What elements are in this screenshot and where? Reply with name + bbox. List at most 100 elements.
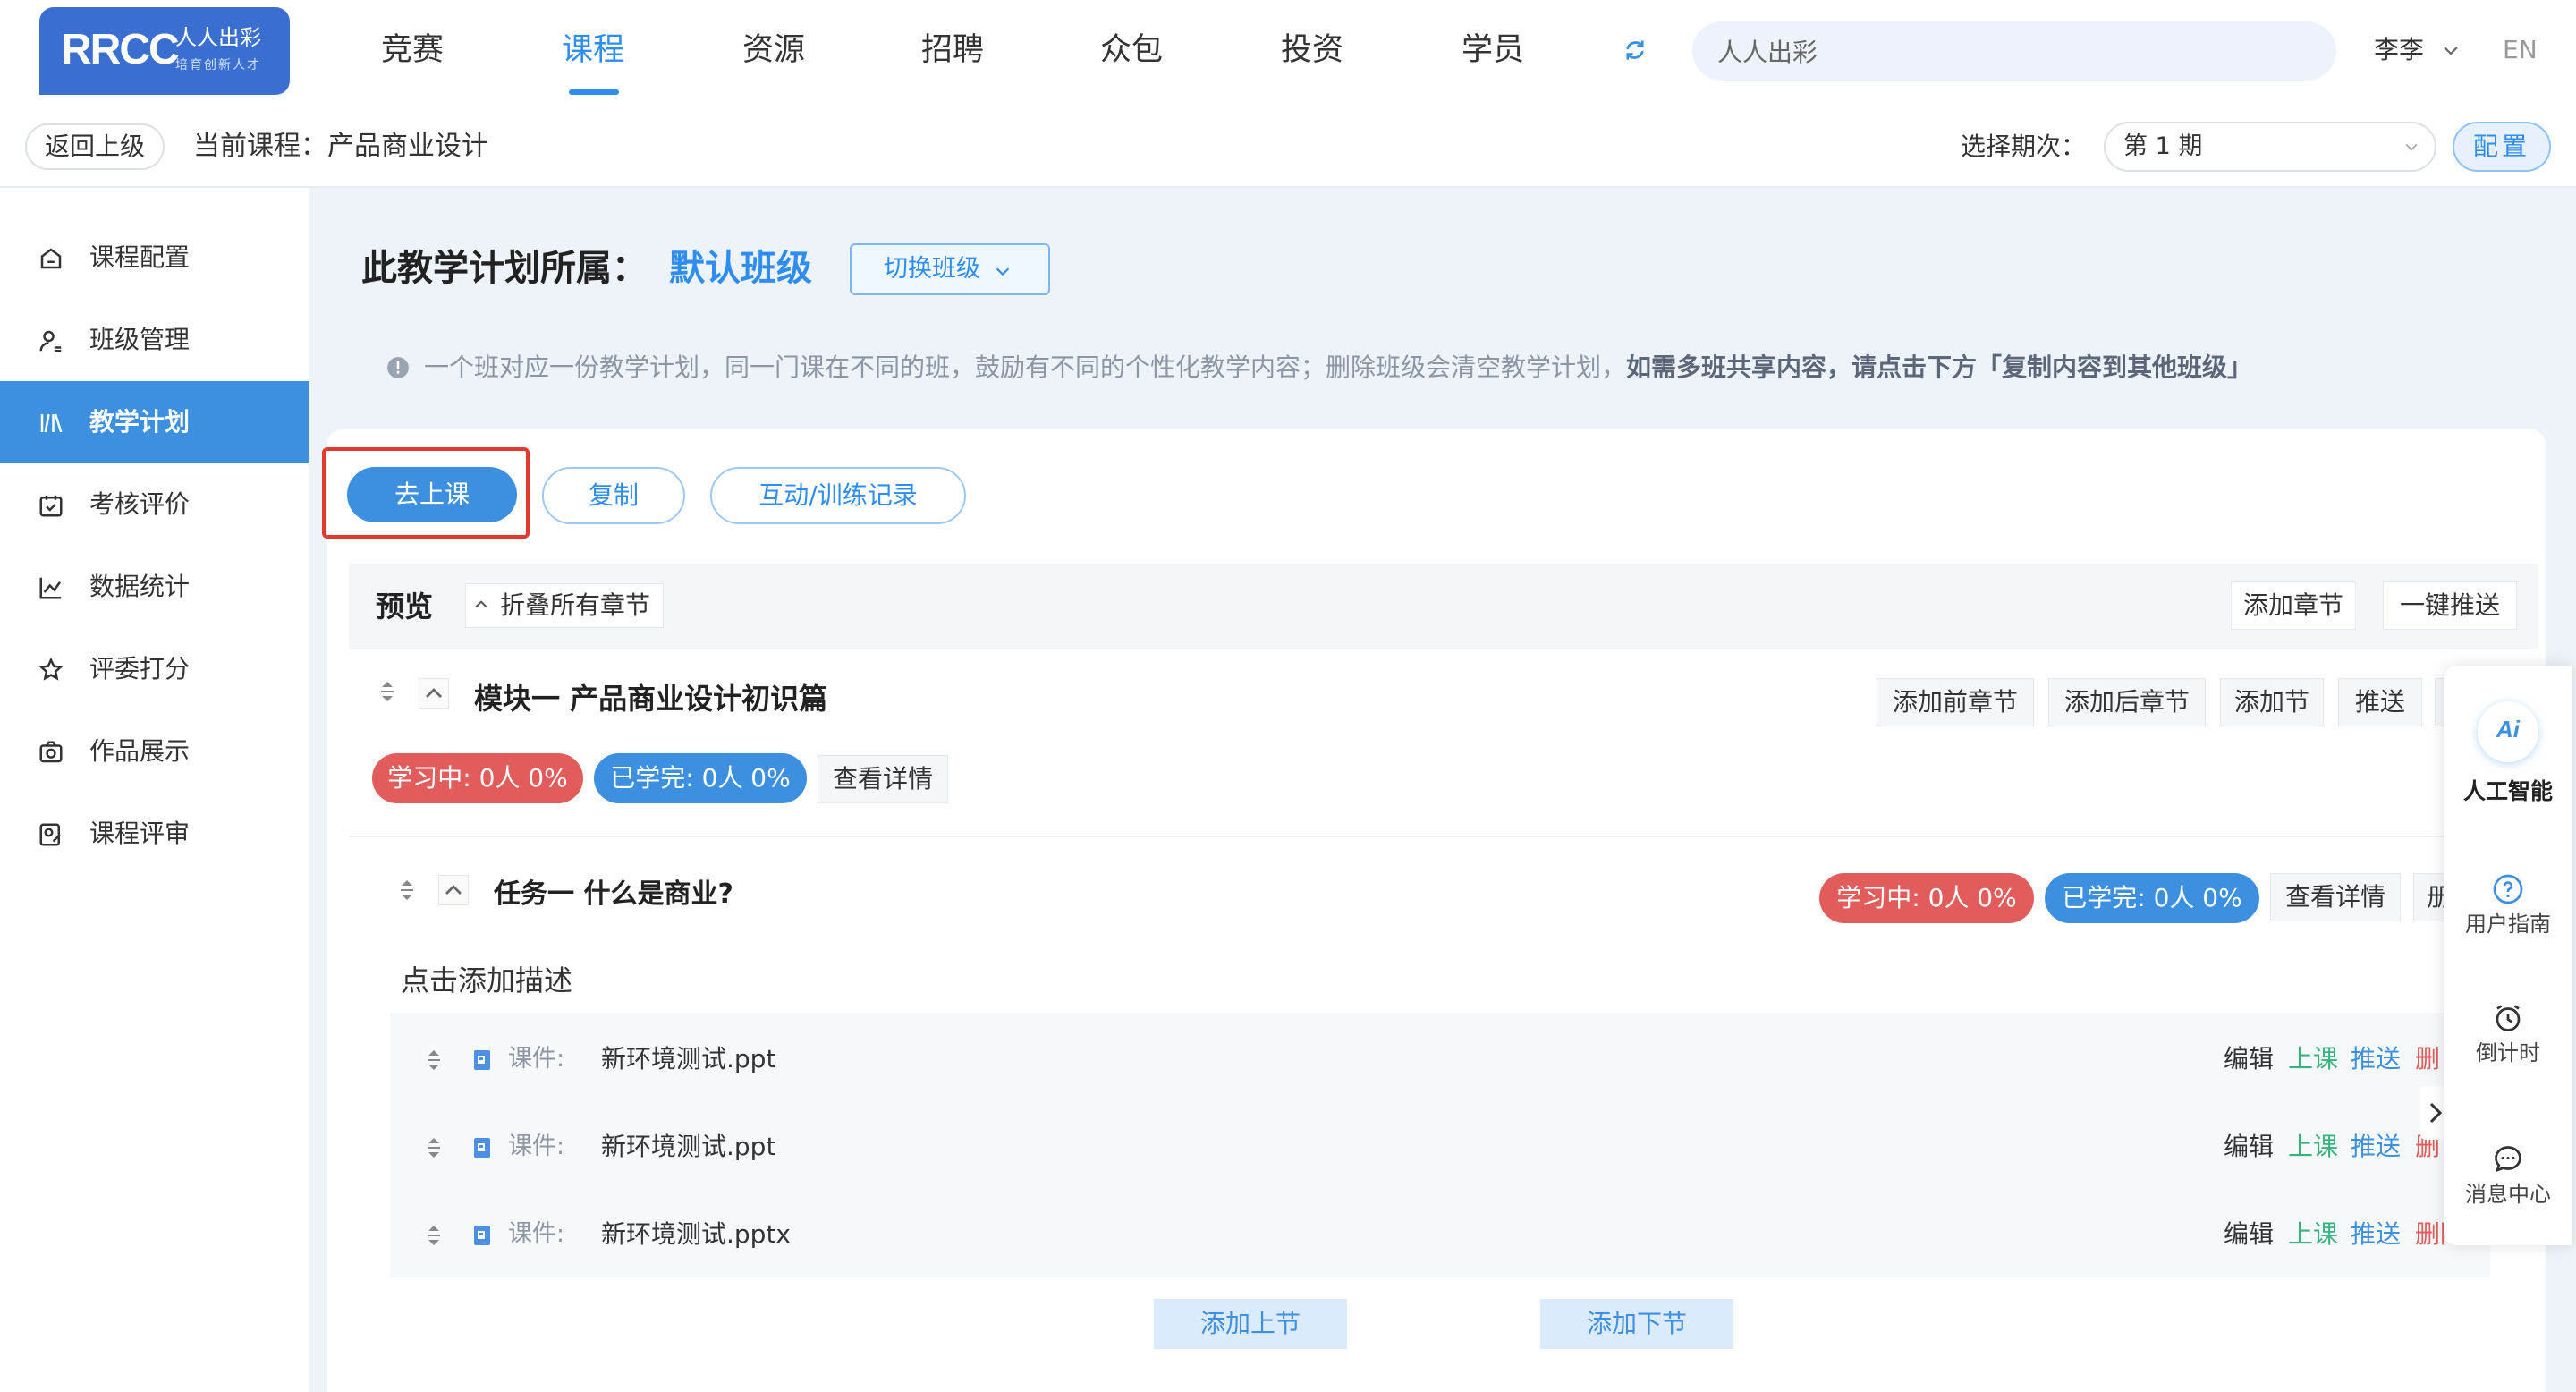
collapse-module-button[interactable]: [419, 678, 449, 709]
file-name[interactable]: 新环境测试.ppt: [601, 1041, 775, 1077]
plan-owner-title: 此教学计划所属：: [361, 248, 648, 289]
ai-logo-text: Ai: [2496, 716, 2520, 743]
active-tab-indicator: [569, 89, 619, 95]
sidebar-item-course-review[interactable]: 课程评审: [0, 793, 309, 875]
drag-handle-icon[interactable]: [424, 1136, 444, 1159]
add-next-section-button[interactable]: 添加下节: [1540, 1299, 1733, 1349]
sidebar-item-label: 班级管理: [89, 325, 191, 354]
module-title: 模块一 产品商业设计初识篇: [474, 682, 828, 716]
push-link[interactable]: 推送: [2351, 1129, 2401, 1165]
sidebar-item-assessment[interactable]: 考核评价: [0, 463, 309, 546]
period-select[interactable]: 第 1 期: [2104, 122, 2436, 172]
home-icon: [40, 248, 62, 269]
file-kind-label: 课件:: [508, 1220, 565, 1248]
nav-item-course[interactable]: 课程: [562, 27, 624, 73]
nav-item-resources[interactable]: 资源: [742, 27, 805, 73]
period-label: 选择期次：: [1961, 132, 2087, 161]
collapse-task-button[interactable]: [438, 875, 469, 905]
drag-handle-icon[interactable]: [377, 680, 397, 703]
preview-title: 预览: [376, 590, 434, 624]
user-guide-label: 用户指南: [2465, 912, 2551, 937]
learning-status-badge: 学习中: 0人 0%: [372, 753, 583, 803]
user-name[interactable]: 李李: [2374, 34, 2424, 66]
countdown-button[interactable]: 倒计时: [2444, 1002, 2572, 1068]
rrcc-logo[interactable]: RRCC 人人出彩 培育创新人才: [39, 7, 290, 95]
collapse-all-button[interactable]: 折叠所有章节: [465, 583, 665, 628]
user-guide-button[interactable]: 用户指南: [2444, 873, 2572, 939]
divider: [349, 836, 2538, 837]
chevron-down-icon: [996, 267, 1010, 276]
line-chart-icon: [39, 577, 62, 599]
list-item: 课件: 新环境测试.ppt 编辑 上课 推送 删: [390, 1016, 2490, 1104]
nav-item-students[interactable]: 学员: [1462, 27, 1524, 73]
refresh-icon[interactable]: [1623, 38, 1648, 63]
finished-status-badge: 已学完: 0人 0%: [2045, 873, 2259, 923]
nav-item-competition[interactable]: 竞赛: [381, 27, 444, 73]
file-name[interactable]: 新环境测试.pptx: [601, 1217, 791, 1252]
sidebar-item-class-management[interactable]: 班级管理: [0, 299, 309, 381]
period-select-value: 第 1 期: [2123, 132, 2203, 160]
user-icon: [39, 330, 62, 352]
edit-link[interactable]: 编辑: [2224, 1217, 2274, 1252]
view-details-button[interactable]: 查看详情: [2270, 873, 2401, 921]
chevron-up-icon: [475, 600, 487, 608]
ai-label: 人工智能: [2462, 778, 2553, 804]
sidebar-item-judge-scoring[interactable]: 评委打分: [0, 628, 309, 710]
interaction-records-button[interactable]: 互动/训练记录: [710, 467, 966, 524]
message-center-button[interactable]: 消息中心: [2444, 1143, 2572, 1210]
push-all-button[interactable]: 一键推送: [2383, 581, 2517, 630]
info-icon: [387, 357, 409, 378]
push-link[interactable]: 推送: [2351, 1041, 2401, 1077]
add-description-link[interactable]: 点击添加描述: [401, 961, 572, 1000]
search-input[interactable]: [1692, 21, 2336, 81]
ppt-file-icon: [474, 1138, 490, 1158]
drag-handle-icon[interactable]: [424, 1224, 444, 1247]
teach-link[interactable]: 上课: [2288, 1041, 2338, 1077]
add-section-button[interactable]: 添加节: [2220, 678, 2324, 726]
sidebar-item-label: 作品展示: [89, 736, 191, 766]
add-before-chapter-button[interactable]: 添加前章节: [1877, 678, 2034, 726]
sidebar-item-label: 教学计划: [89, 407, 191, 437]
ai-icon[interactable]: Ai: [2478, 701, 2538, 762]
plan-class-name: 默认班级: [669, 248, 812, 289]
teach-link[interactable]: 上课: [2288, 1217, 2338, 1252]
chevron-down-icon: [2405, 143, 2418, 151]
config-button[interactable]: 配置: [2453, 122, 2551, 172]
help-icon: [2493, 874, 2523, 904]
teach-link[interactable]: 上课: [2288, 1129, 2338, 1165]
back-button[interactable]: 返回上级: [25, 123, 165, 170]
copy-button[interactable]: 复制: [542, 467, 685, 524]
add-after-chapter-button[interactable]: 添加后章节: [2048, 678, 2206, 726]
sidebar-item-label: 评委打分: [89, 654, 191, 683]
list-item: 课件: 新环境测试.pptx 编辑 上课 推送 删除: [390, 1192, 2490, 1279]
plan-icon: [40, 413, 63, 433]
view-details-button[interactable]: 查看详情: [818, 755, 948, 803]
chevron-down-icon[interactable]: [2440, 39, 2462, 61]
camera-icon: [39, 741, 63, 763]
delete-link[interactable]: 删: [2415, 1041, 2440, 1077]
drag-handle-icon[interactable]: [397, 878, 417, 902]
nav-item-recruit[interactable]: 招聘: [921, 27, 984, 73]
edit-link[interactable]: 编辑: [2224, 1129, 2274, 1165]
switch-class-button[interactable]: 切换班级: [850, 243, 1050, 295]
nav-item-invest[interactable]: 投资: [1281, 27, 1343, 73]
ppt-file-icon: [474, 1226, 490, 1245]
sidebar-item-teaching-plan[interactable]: 教学计划: [0, 381, 309, 463]
sidebar-item-works-showcase[interactable]: 作品展示: [0, 710, 309, 793]
ai-button[interactable]: 人工智能: [2444, 777, 2572, 807]
push-link[interactable]: 推送: [2351, 1217, 2401, 1252]
floating-tool-panel: Ai 人工智能 用户指南 倒计时 消息中心: [2444, 666, 2572, 1245]
sidebar-item-label: 课程评审: [89, 819, 191, 848]
language-switch[interactable]: EN: [2503, 34, 2538, 66]
highlight-box: [322, 447, 530, 539]
nav-item-crowdsource[interactable]: 众包: [1100, 27, 1163, 73]
edit-link[interactable]: 编辑: [2224, 1041, 2274, 1077]
add-chapter-button[interactable]: 添加章节: [2231, 581, 2356, 630]
add-previous-section-button[interactable]: 添加上节: [1154, 1299, 1347, 1349]
file-name[interactable]: 新环境测试.ppt: [601, 1129, 775, 1165]
sidebar-item-course-config[interactable]: 课程配置: [0, 216, 309, 299]
sidebar-item-statistics[interactable]: 数据统计: [0, 546, 309, 628]
push-button[interactable]: 推送: [2338, 678, 2422, 726]
drag-handle-icon[interactable]: [424, 1048, 444, 1072]
logo-name: 人人出彩: [175, 25, 261, 50]
